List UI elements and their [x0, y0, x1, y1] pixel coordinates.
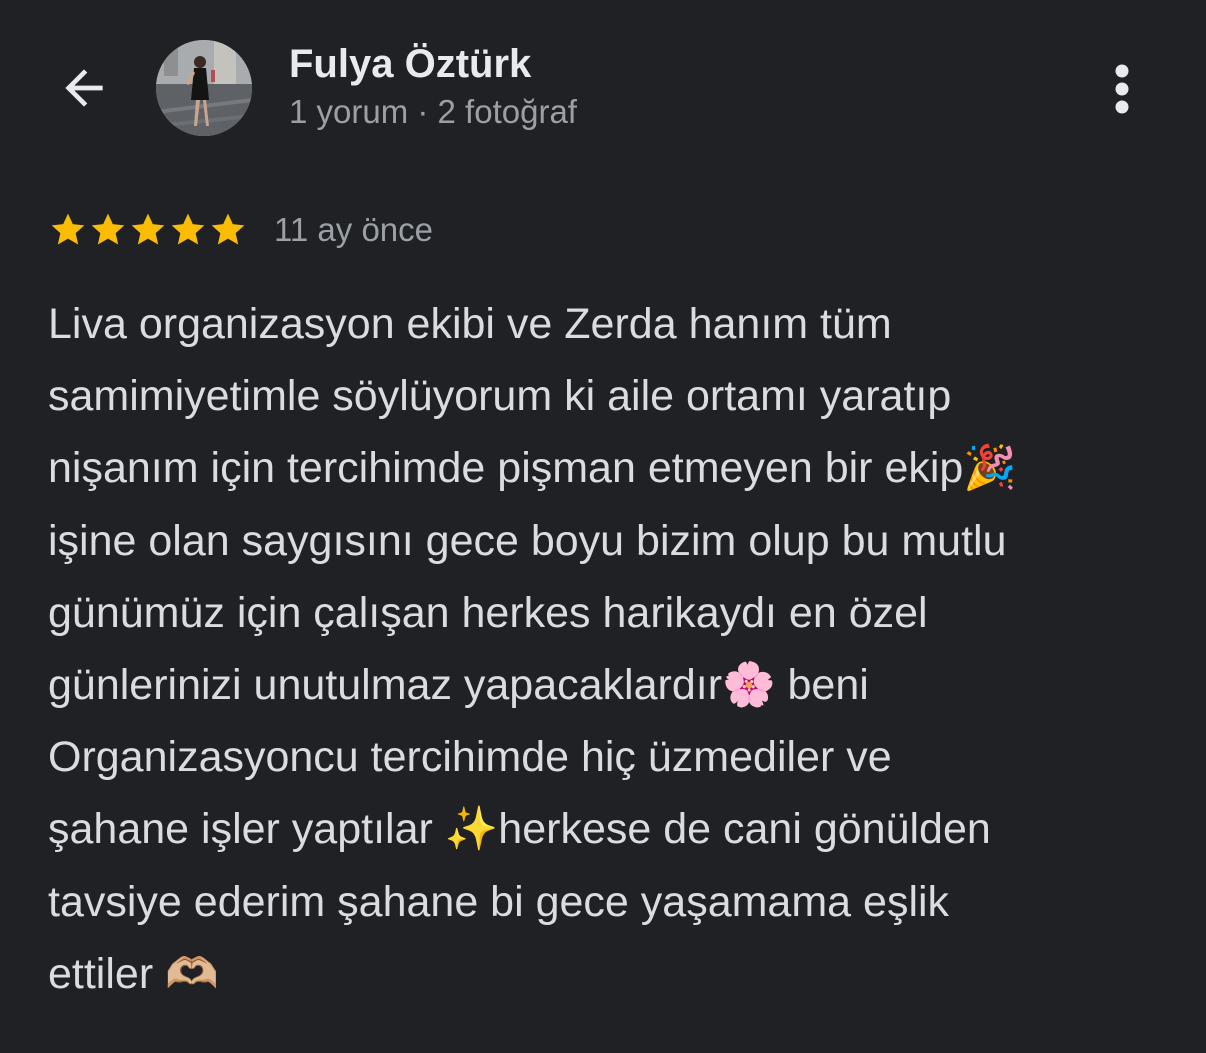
review-time: 11 ay önce [274, 211, 434, 248]
star-rating [48, 210, 248, 250]
star-icon [171, 213, 205, 245]
more-vertical-icon [1115, 64, 1129, 114]
more-options-button[interactable] [1092, 56, 1152, 122]
arrow-back-icon [65, 69, 103, 107]
rating-row: 11 ay önce [48, 206, 433, 254]
star-icon [131, 213, 165, 245]
user-name[interactable]: Fulya Öztürk [289, 42, 531, 87]
star-icon [211, 213, 245, 245]
star-icon [91, 213, 125, 245]
avatar[interactable] [156, 40, 252, 136]
star-icon [51, 213, 85, 245]
back-button[interactable] [46, 50, 122, 126]
avatar-photo [156, 40, 252, 136]
review-text: Liva organizasyon ekibi ve Zerda hanım t… [48, 300, 1017, 998]
user-stats: 1 yorum · 2 fotoğraf [289, 93, 577, 130]
review-header: Fulya Öztürk 1 yorum · 2 fotoğraf [0, 0, 1206, 180]
